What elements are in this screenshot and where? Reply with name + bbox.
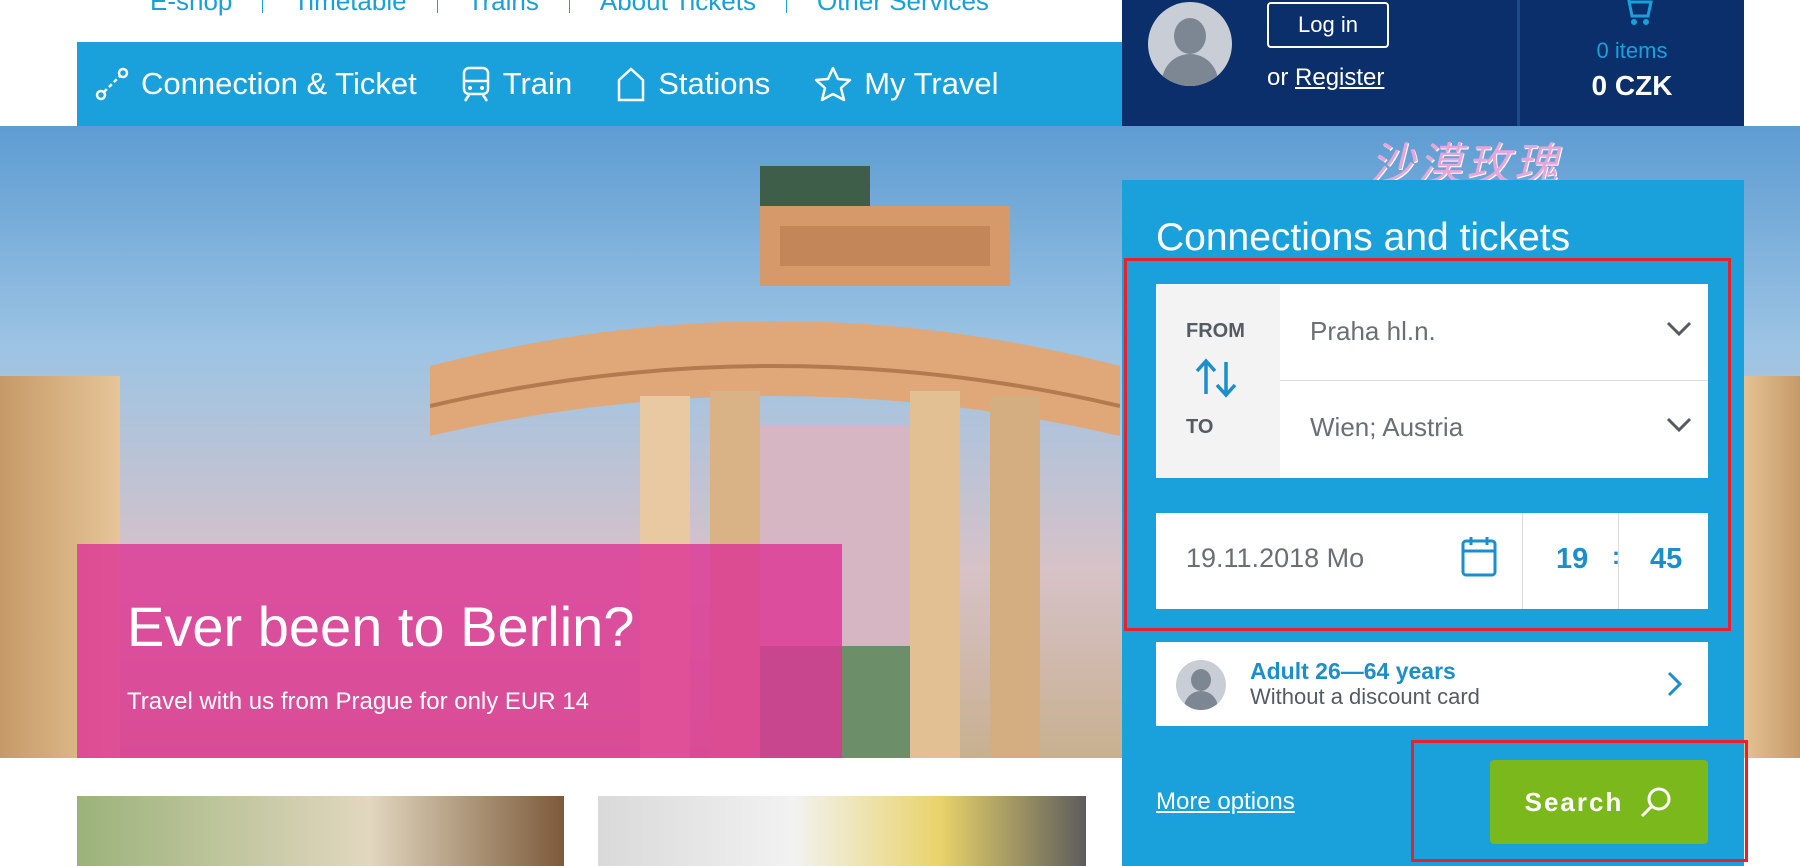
avatar-body [1184,691,1218,710]
or-text: or [1267,64,1289,91]
nav-label: My Travel [864,66,999,101]
nav-label: Stations [658,66,771,101]
train-icon [462,66,489,102]
star-icon [814,66,852,102]
cart-icon [1627,0,1653,25]
chevron-right-icon [1667,671,1683,697]
nav-item-my-travel[interactable]: My Travel [814,66,999,102]
nav-item-train[interactable]: Train [461,66,572,102]
avatar-body [1162,54,1218,86]
main-nav: Connection & Ticket Train Stations My Tr… [77,42,1122,126]
user-bar: Log in or Register 0 items 0 CZK [1122,0,1744,126]
nav-item-stations[interactable]: Stations [616,66,770,102]
hero-building-right [1740,376,1800,758]
nav-label: Train [502,66,573,101]
top-link-eshop[interactable]: E-shop [120,0,262,17]
top-link-timetable[interactable]: Timetable [263,0,436,17]
station-icon [617,67,645,102]
top-link-other-services[interactable]: Other Services [787,0,1019,17]
thumbnail-woman-image[interactable] [77,796,564,866]
thumbnail-train-interior-image[interactable] [598,796,1086,866]
passenger-avatar [1176,660,1226,710]
promo-title: Ever been to Berlin? [127,595,635,658]
cart-total: 0 CZK [1591,70,1673,101]
register-link[interactable]: Register [1295,64,1384,91]
highlight-box-search [1411,740,1748,862]
top-links: E-shop Timetable Trains About Tickets Ot… [120,0,1019,17]
passenger-selector[interactable]: Adult 26—64 years Without a discount car… [1156,642,1708,726]
avatar[interactable] [1148,2,1232,86]
more-options-link[interactable]: More options [1156,788,1295,816]
nav-item-connection-ticket[interactable]: Connection & Ticket [95,66,417,102]
nav-label: Connection & Ticket [141,66,417,101]
cart-items-count: 0 items [1596,38,1668,63]
top-link-about-tickets[interactable]: About Tickets [570,0,786,17]
highlight-box-route [1124,258,1731,631]
promo-subtitle: Travel with us from Prague for only EUR … [127,688,589,715]
avatar-head [1191,669,1211,691]
passenger-type: Adult 26—64 years [1250,658,1456,684]
search-panel-title: Connections and tickets [1156,216,1571,259]
top-link-trains[interactable]: Trains [438,0,569,17]
route-icon [95,67,129,101]
cart[interactable]: 0 items 0 CZK [1520,0,1744,126]
avatar-head [1174,18,1206,54]
passenger-discount: Without a discount card [1250,684,1480,709]
promo-card[interactable]: Ever been to Berlin? Travel with us from… [77,544,842,758]
login-button[interactable]: Log in [1267,2,1389,48]
register-line: or Register [1267,64,1384,92]
